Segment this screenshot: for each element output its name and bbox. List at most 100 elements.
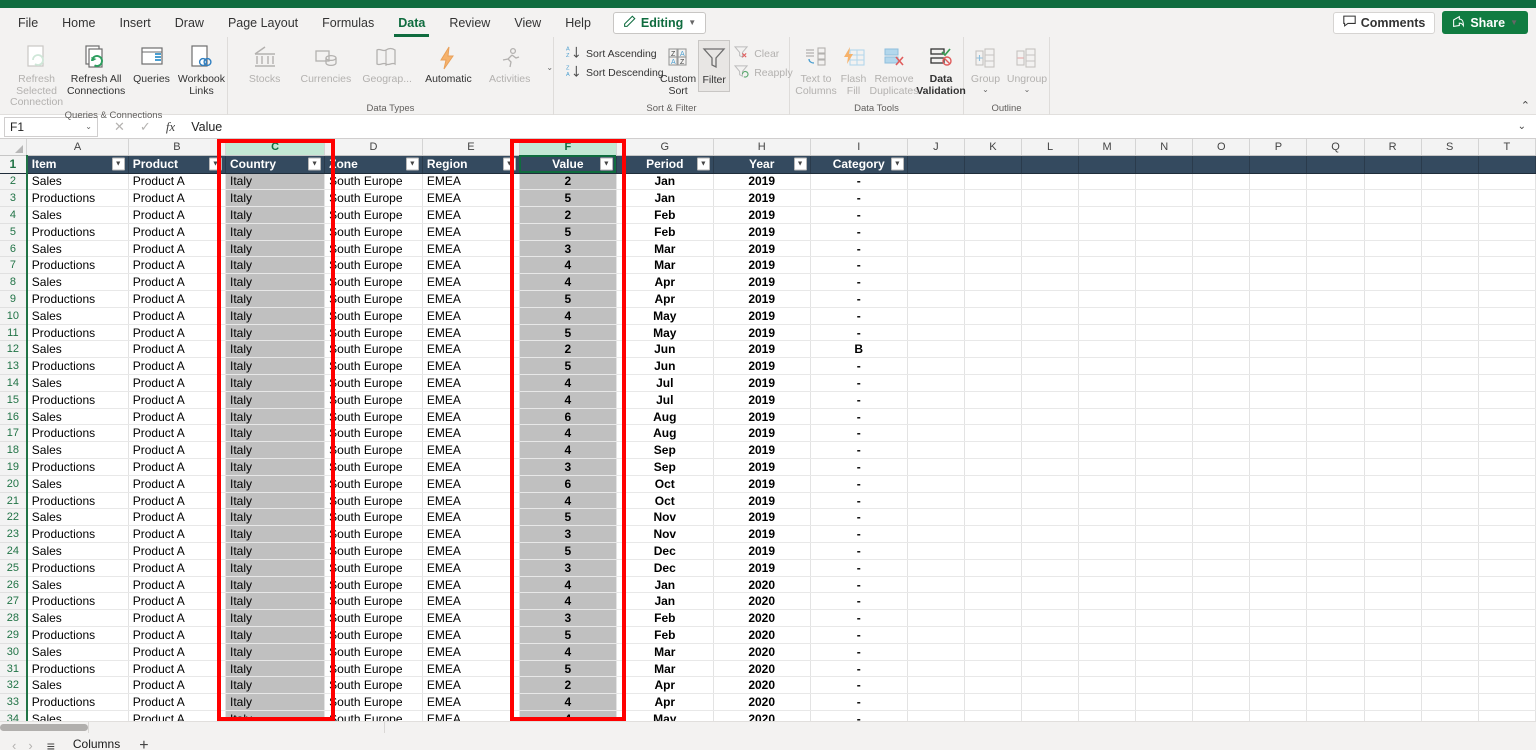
- column-header-K[interactable]: K: [964, 139, 1021, 155]
- cell-product-7[interactable]: Product A: [128, 257, 225, 274]
- cell-year-20[interactable]: 2019: [713, 475, 810, 492]
- cell-value-10[interactable]: 4: [519, 307, 616, 324]
- empty-cell[interactable]: [1022, 375, 1079, 392]
- empty-cell[interactable]: [1421, 475, 1478, 492]
- cell-country-5[interactable]: Italy: [226, 223, 325, 240]
- empty-cell[interactable]: [1421, 526, 1478, 543]
- empty-cell[interactable]: [1022, 459, 1079, 476]
- cell-product-28[interactable]: Product A: [128, 610, 225, 627]
- empty-cell[interactable]: [1250, 694, 1307, 711]
- empty-cell[interactable]: [1193, 257, 1250, 274]
- cell-region-28[interactable]: EMEA: [422, 610, 519, 627]
- ribbon-tab-draw[interactable]: Draw: [163, 9, 216, 37]
- cell-value-22[interactable]: 5: [519, 509, 616, 526]
- empty-cell[interactable]: [1079, 442, 1136, 459]
- empty-cell[interactable]: [907, 274, 964, 291]
- cell-item-15[interactable]: Productions: [27, 391, 128, 408]
- cell-year-13[interactable]: 2019: [713, 358, 810, 375]
- empty-cell[interactable]: [1478, 526, 1535, 543]
- cell-category-22[interactable]: -: [810, 509, 907, 526]
- empty-cell[interactable]: [1136, 576, 1193, 593]
- empty-cell[interactable]: [1193, 274, 1250, 291]
- row-header-28[interactable]: 28: [0, 610, 27, 627]
- column-header-R[interactable]: R: [1364, 139, 1421, 155]
- empty-cell[interactable]: [1022, 391, 1079, 408]
- empty-cell[interactable]: [1421, 694, 1478, 711]
- cell-product-14[interactable]: Product A: [128, 375, 225, 392]
- cell-product-31[interactable]: Product A: [128, 660, 225, 677]
- horizontal-scroll-thumb[interactable]: [0, 724, 88, 731]
- empty-cell[interactable]: [964, 324, 1021, 341]
- cell-region-2[interactable]: EMEA: [422, 173, 519, 190]
- empty-cell[interactable]: [1364, 274, 1421, 291]
- empty-cell[interactable]: [1478, 190, 1535, 207]
- cell-category-7[interactable]: -: [810, 257, 907, 274]
- row-header-24[interactable]: 24: [0, 543, 27, 560]
- empty-cell[interactable]: [1364, 358, 1421, 375]
- cell-country-30[interactable]: Italy: [226, 643, 325, 660]
- empty-cell[interactable]: [1364, 341, 1421, 358]
- empty-cell[interactable]: [1193, 643, 1250, 660]
- empty-cell[interactable]: [1307, 324, 1364, 341]
- empty-cell[interactable]: [1478, 559, 1535, 576]
- empty-cell[interactable]: [1250, 307, 1307, 324]
- empty-cell[interactable]: [1193, 190, 1250, 207]
- empty-cell[interactable]: [1478, 358, 1535, 375]
- empty-cell[interactable]: [964, 307, 1021, 324]
- horizontal-scrollbar[interactable]: [0, 721, 1536, 732]
- cell-country-26[interactable]: Italy: [226, 576, 325, 593]
- cell-country-15[interactable]: Italy: [226, 391, 325, 408]
- cell-year-18[interactable]: 2019: [713, 442, 810, 459]
- share-button[interactable]: Share ▼: [1442, 11, 1528, 34]
- clear-filter-button[interactable]: Clear: [730, 44, 797, 63]
- cell-period-22[interactable]: Nov: [616, 509, 713, 526]
- cell-year-26[interactable]: 2020: [713, 576, 810, 593]
- filter-dropdown-icon[interactable]: ▼: [406, 158, 419, 171]
- cell-item-7[interactable]: Productions: [27, 257, 128, 274]
- row-header-14[interactable]: 14: [0, 375, 27, 392]
- cell-category-28[interactable]: -: [810, 610, 907, 627]
- cell-year-19[interactable]: 2019: [713, 459, 810, 476]
- row-header-16[interactable]: 16: [0, 408, 27, 425]
- empty-cell[interactable]: [1079, 291, 1136, 308]
- cell-product-3[interactable]: Product A: [128, 190, 225, 207]
- empty-cell[interactable]: [907, 155, 964, 173]
- cell-zone-29[interactable]: South Europe: [325, 627, 423, 644]
- empty-cell[interactable]: [1250, 711, 1307, 722]
- empty-cell[interactable]: [1250, 576, 1307, 593]
- cell-product-30[interactable]: Product A: [128, 643, 225, 660]
- empty-cell[interactable]: [907, 643, 964, 660]
- empty-cell[interactable]: [1136, 442, 1193, 459]
- cell-product-19[interactable]: Product A: [128, 459, 225, 476]
- empty-cell[interactable]: [907, 492, 964, 509]
- cell-zone-10[interactable]: South Europe: [325, 307, 423, 324]
- cell-value-33[interactable]: 4: [519, 694, 616, 711]
- empty-cell[interactable]: [907, 509, 964, 526]
- flash-fill-button[interactable]: Flash Fill: [838, 40, 869, 97]
- empty-cell[interactable]: [1022, 274, 1079, 291]
- empty-cell[interactable]: [1079, 711, 1136, 722]
- empty-cell[interactable]: [1193, 660, 1250, 677]
- empty-cell[interactable]: [1136, 291, 1193, 308]
- empty-cell[interactable]: [1022, 257, 1079, 274]
- empty-cell[interactable]: [1307, 240, 1364, 257]
- empty-cell[interactable]: [1079, 559, 1136, 576]
- cell-category-15[interactable]: -: [810, 391, 907, 408]
- empty-cell[interactable]: [907, 408, 964, 425]
- cell-region-20[interactable]: EMEA: [422, 475, 519, 492]
- empty-cell[interactable]: [1478, 257, 1535, 274]
- empty-cell[interactable]: [1307, 694, 1364, 711]
- table-header-zone[interactable]: Zone▼: [325, 155, 423, 173]
- cell-zone-28[interactable]: South Europe: [325, 610, 423, 627]
- cell-country-28[interactable]: Italy: [226, 610, 325, 627]
- empty-cell[interactable]: [1478, 391, 1535, 408]
- cell-year-9[interactable]: 2019: [713, 291, 810, 308]
- ribbon-tab-view[interactable]: View: [502, 9, 553, 37]
- cell-period-11[interactable]: May: [616, 324, 713, 341]
- cell-period-32[interactable]: Apr: [616, 677, 713, 694]
- empty-cell[interactable]: [1478, 307, 1535, 324]
- cell-region-6[interactable]: EMEA: [422, 240, 519, 257]
- empty-cell[interactable]: [1421, 425, 1478, 442]
- empty-cell[interactable]: [1079, 459, 1136, 476]
- row-header-34[interactable]: 34: [0, 711, 27, 722]
